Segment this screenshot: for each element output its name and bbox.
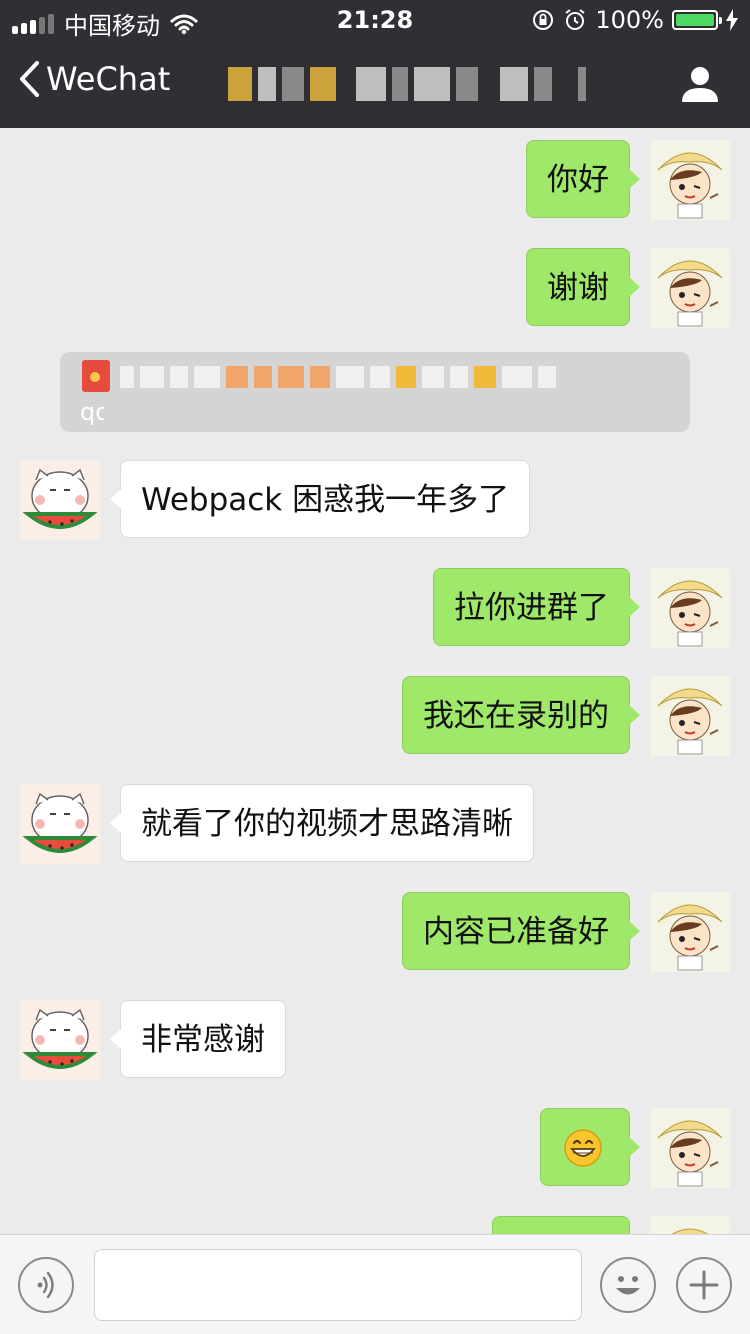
- contact-avatar[interactable]: [20, 460, 100, 540]
- chat-profile-button[interactable]: [680, 64, 720, 104]
- battery-icon: [672, 10, 722, 30]
- message-bubble-sent[interactable]: 拉你进群了: [433, 568, 640, 646]
- my-avatar[interactable]: [650, 892, 730, 972]
- my-avatar[interactable]: [650, 568, 730, 648]
- alarm-icon: [565, 9, 585, 30]
- chevron-left-icon: [20, 61, 39, 97]
- contact-avatar[interactable]: [20, 784, 100, 864]
- chat-messages[interactable]: 你好 谢谢 qq Webpack 困惑我一年多了 拉你进群了 我还在录别的 就看…: [0, 128, 750, 1234]
- input-bar: [0, 1234, 750, 1334]
- message-bubble-received[interactable]: 非常感谢: [110, 1000, 286, 1078]
- cartoon-avatar-icon: [650, 248, 730, 328]
- more-button[interactable]: [676, 1257, 732, 1313]
- my-avatar[interactable]: [650, 140, 730, 220]
- cartoon-avatar-icon: [650, 140, 730, 220]
- person-icon: [682, 67, 718, 102]
- message-bubble-sent[interactable]: [540, 1108, 640, 1186]
- cartoon-avatar-icon: [650, 1216, 730, 1234]
- cat-watermelon-avatar-icon: [20, 460, 100, 540]
- my-avatar[interactable]: [650, 676, 730, 756]
- cartoon-avatar-icon: [650, 568, 730, 648]
- cartoon-avatar-icon: [650, 676, 730, 756]
- voice-button[interactable]: [18, 1257, 74, 1313]
- cartoon-avatar-icon: [650, 1108, 730, 1188]
- emoji-button[interactable]: [600, 1257, 656, 1313]
- contact-avatar[interactable]: [20, 1000, 100, 1080]
- battery-percent: 100%: [595, 6, 664, 34]
- cat-watermelon-avatar-icon: [20, 1000, 100, 1080]
- message-bubble-sent[interactable]: 我还在录别的: [402, 676, 640, 754]
- message-bubble-received[interactable]: 就看了你的视频才思路清晰: [110, 784, 534, 862]
- plus-icon: [689, 1270, 719, 1300]
- chat-title-blurred: [228, 64, 648, 104]
- blurred-system-text: [120, 366, 556, 388]
- grinning-face-icon: [564, 1129, 602, 1167]
- system-message-text: qq: [80, 398, 104, 426]
- message-input[interactable]: [94, 1249, 582, 1321]
- status-right: 100%: [531, 6, 738, 34]
- red-packet-system-message[interactable]: qq: [60, 352, 690, 432]
- back-label: WeChat: [46, 60, 171, 98]
- message-bubble-sent-partial[interactable]: [492, 1216, 630, 1234]
- nav-bar: WeChat: [0, 40, 750, 128]
- my-avatar[interactable]: [650, 248, 730, 328]
- red-packet-icon: [82, 360, 110, 392]
- cat-watermelon-avatar-icon: [20, 784, 100, 864]
- voice-icon: [37, 1271, 54, 1299]
- message-bubble-sent[interactable]: 谢谢: [526, 248, 640, 326]
- status-bar: 中国移动 21:28 100%: [0, 0, 750, 40]
- smiley-icon: [616, 1276, 640, 1295]
- charging-bolt-icon: [726, 9, 738, 31]
- cartoon-avatar-icon: [650, 892, 730, 972]
- message-bubble-sent[interactable]: 你好: [526, 140, 640, 218]
- my-avatar[interactable]: [650, 1108, 730, 1188]
- my-avatar[interactable]: [650, 1216, 730, 1234]
- message-bubble-received[interactable]: Webpack 困惑我一年多了: [109, 460, 531, 538]
- rotation-lock-icon: [533, 10, 554, 30]
- back-button[interactable]: WeChat: [18, 60, 170, 98]
- message-bubble-sent[interactable]: 内容已准备好: [402, 892, 640, 970]
